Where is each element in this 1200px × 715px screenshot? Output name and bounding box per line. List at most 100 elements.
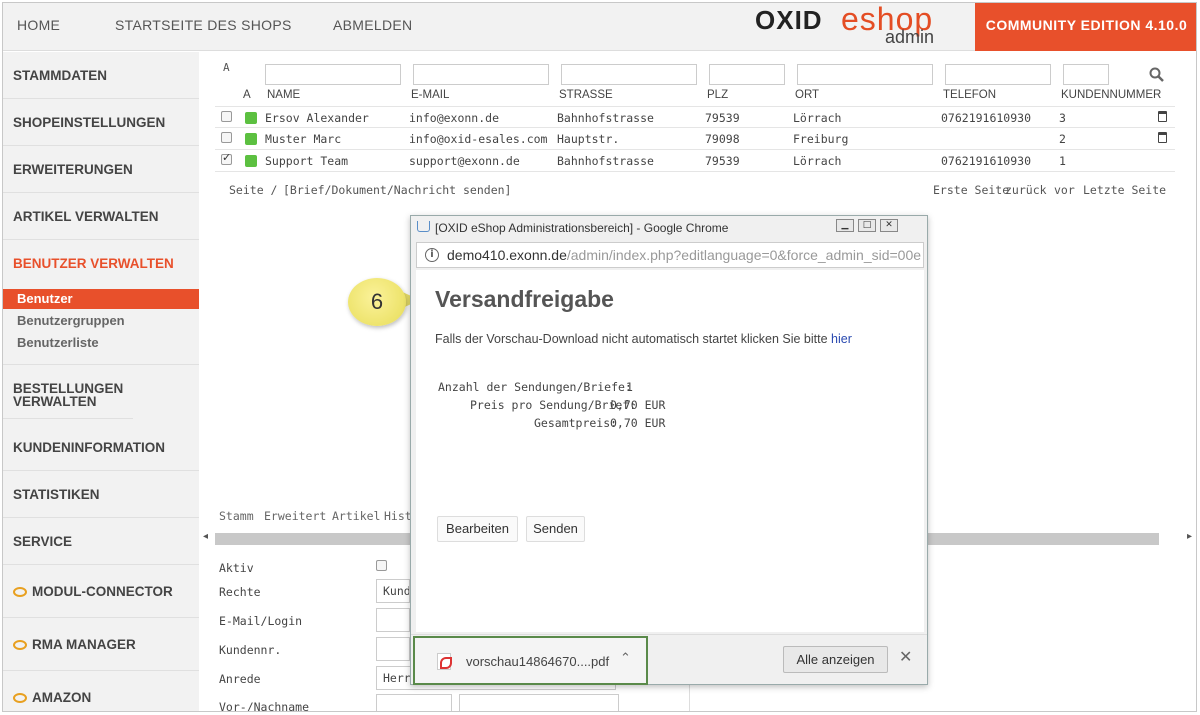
maximize-icon[interactable]: □ (858, 219, 876, 232)
sidebar-item-artikel[interactable]: ARTIKEL VERWALTEN (3, 193, 199, 240)
trash-icon[interactable] (1158, 132, 1167, 143)
login-input[interactable] (376, 608, 410, 632)
filter-name-input[interactable] (265, 64, 401, 85)
download-here-link[interactable]: hier (831, 332, 852, 346)
col-zip[interactable]: PLZ (707, 89, 728, 101)
close-download-bar-icon[interactable]: ✕ (899, 647, 912, 666)
sidebar-item-kundeninformation[interactable]: KUNDENINFORMATION (3, 424, 199, 471)
custno-input[interactable] (376, 637, 410, 661)
sidebar-item-amazon[interactable]: AMAZON (3, 671, 199, 711)
sidebar-sub-benutzergruppen[interactable]: Benutzergruppen (3, 311, 199, 331)
cell-zip[interactable]: 79539 (705, 111, 740, 125)
url-path: /admin/index.php?editlanguage=0&force_ad… (566, 247, 922, 263)
rights-select[interactable]: Kunde (376, 579, 410, 603)
chevron-up-icon[interactable]: ⌃ (620, 651, 631, 666)
cell-email[interactable]: info@exonn.de (409, 111, 499, 125)
show-all-downloads-button[interactable]: Alle anzeigen (783, 646, 888, 673)
top-bar: HOME STARTSEITE DES SHOPS ABMELDEN OXID … (3, 3, 1196, 51)
col-phone[interactable]: TELEFON (943, 89, 996, 101)
minimize-icon[interactable]: ▁ (836, 219, 854, 232)
trash-icon[interactable] (1158, 111, 1167, 122)
close-icon[interactable]: ✕ (880, 219, 898, 232)
download-filename[interactable]: vorschau14864670....pdf (466, 654, 609, 669)
cell-city[interactable]: Freiburg (793, 132, 848, 146)
col-name[interactable]: NAME (267, 89, 300, 101)
search-icon[interactable] (1149, 67, 1165, 83)
cell-name[interactable]: Support Team (265, 154, 348, 168)
row-checkbox[interactable] (221, 132, 232, 143)
col-street[interactable]: STRASSE (559, 89, 613, 101)
cell-custno[interactable]: 2 (1059, 132, 1066, 146)
cell-street[interactable]: Hauptstr. (557, 132, 619, 146)
sidebar-item-bestellungen[interactable]: BESTELLUNGEN VERWALTEN (3, 370, 133, 419)
pager-last[interactable]: Letzte Seite (1083, 183, 1166, 197)
cell-custno[interactable]: 1 (1059, 154, 1066, 168)
active-checkbox[interactable] (376, 560, 387, 571)
sidebar-item-service[interactable]: SERVICE (3, 518, 199, 565)
sidebar-item-erweiterungen[interactable]: ERWEITERUNGEN (3, 146, 199, 193)
send-button[interactable]: Senden (526, 516, 585, 542)
cell-street[interactable]: Bahnhofstrasse (557, 111, 654, 125)
sidebar-item-modul-connector[interactable]: MODUL-CONNECTOR (3, 565, 199, 618)
table-row[interactable]: Support Team support@exonn.de Bahnhofstr… (215, 150, 1175, 172)
cell-custno[interactable]: 3 (1059, 111, 1066, 125)
table-row[interactable]: Ersov Alexander info@exonn.de Bahnhofstr… (215, 106, 1175, 128)
filter-city-input[interactable] (797, 64, 933, 85)
cell-zip[interactable]: 79098 (705, 132, 740, 146)
table-row[interactable]: Muster Marc info@oxid-esales.com Hauptst… (215, 128, 1175, 150)
download-item[interactable]: vorschau14864670....pdf ⌃ (413, 636, 648, 685)
sidebar-item-statistiken[interactable]: STATISTIKEN (3, 471, 199, 518)
tab-stamm[interactable]: Stamm (219, 509, 254, 523)
sidebar-sub-benutzerliste[interactable]: Benutzerliste (3, 333, 199, 353)
filter-email-input[interactable] (413, 64, 549, 85)
col-custno[interactable]: KUNDENNUMMER (1061, 89, 1161, 101)
cell-street[interactable]: Bahnhofstrasse (557, 154, 654, 168)
nav-home[interactable]: HOME (17, 17, 60, 33)
scroll-right-arrow[interactable]: ▸ (1187, 531, 1192, 542)
sidebar-item-benutzer-verwalten[interactable]: BENUTZER VERWALTEN (3, 240, 199, 287)
chrome-popup-window[interactable]: [OXID eShop Administrationsbereich] - Go… (410, 215, 928, 685)
cell-phone[interactable]: 0762191610930 (941, 111, 1031, 125)
logo-oxid: OXID (755, 5, 823, 35)
cell-name[interactable]: Muster Marc (265, 132, 341, 146)
nav-logout[interactable]: ABMELDEN (333, 17, 412, 33)
nav-shop-start[interactable]: STARTSEITE DES SHOPS (115, 17, 292, 33)
filter-zip-input[interactable] (709, 64, 785, 85)
col-city[interactable]: ORT (795, 89, 819, 101)
module-icon (13, 640, 27, 650)
sidebar-label-rma-manager: RMA MANAGER (32, 637, 136, 652)
sidebar-item-rma-manager[interactable]: RMA MANAGER (3, 618, 199, 671)
info-icon[interactable]: i (425, 248, 439, 262)
label-custno: Kundennr. (219, 643, 282, 657)
col-active[interactable]: A (243, 89, 251, 101)
filter-custno-input[interactable] (1063, 64, 1109, 85)
cell-city[interactable]: Lörrach (793, 154, 841, 168)
send-document-link[interactable]: [Brief/Dokument/Nachricht senden] (283, 183, 511, 197)
cell-name[interactable]: Ersov Alexander (265, 111, 369, 125)
edit-button[interactable]: Bearbeiten (437, 516, 518, 542)
col-email[interactable]: E-MAIL (411, 89, 449, 101)
url-bar[interactable]: i demo410.exonn.de/admin/index.php?editl… (416, 242, 924, 268)
tab-artikel[interactable]: Artikel (332, 509, 380, 523)
cell-email[interactable]: support@exonn.de (409, 154, 520, 168)
tab-erweitert[interactable]: Erweitert (264, 509, 326, 523)
sidebar-item-stammdaten[interactable]: STAMMDATEN (3, 52, 199, 99)
row-checkbox[interactable] (221, 111, 232, 122)
cell-phone[interactable]: 0762191610930 (941, 154, 1031, 168)
filter-phone-input[interactable] (945, 64, 1051, 85)
sidebar-sub-benutzer[interactable]: Benutzer (3, 289, 199, 309)
cell-city[interactable]: Lörrach (793, 111, 841, 125)
popup-heading: Versandfreigabe (435, 286, 614, 312)
download-bar: vorschau14864670....pdf ⌃ Alle anzeigen … (411, 634, 927, 685)
pager-back[interactable]: zurück (1005, 183, 1047, 197)
cell-zip[interactable]: 79539 (705, 154, 740, 168)
cell-email[interactable]: info@oxid-esales.com (409, 132, 547, 146)
filter-street-input[interactable] (561, 64, 697, 85)
pager-forward[interactable]: vor (1054, 183, 1075, 197)
lastname-input[interactable] (459, 694, 619, 711)
scroll-left-arrow[interactable]: ◂ (203, 531, 208, 542)
sidebar-item-shopeinstellungen[interactable]: SHOPEINSTELLUNGEN (3, 99, 199, 146)
pager-first[interactable]: Erste Seite (933, 183, 1009, 197)
row-checkbox[interactable] (221, 151, 232, 165)
firstname-input[interactable] (376, 694, 452, 711)
